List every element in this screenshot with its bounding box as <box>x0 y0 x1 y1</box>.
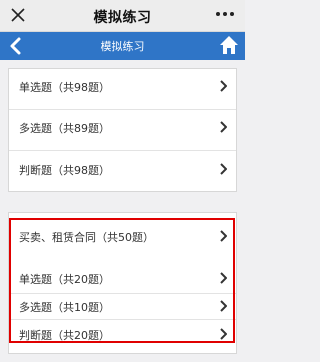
list-item-label: 单选题（共98题） <box>19 81 110 94</box>
chevron-right-icon <box>220 230 227 242</box>
nav-bar: 模拟练习 <box>0 32 245 60</box>
list-item-label: 多选题（共89题） <box>19 122 110 135</box>
list-item-multiple-choice[interactable]: 多选题（共89题） <box>9 110 236 146</box>
list-item-true-false[interactable]: 判断题（共20题） <box>9 317 236 353</box>
list-item-label: 单选题（共20题） <box>19 273 110 286</box>
question-group-sales-lease-contract: 买卖、租赁合同（共50题） 单选题（共20题） 多选题（共10题） 判断题（共2… <box>8 212 237 354</box>
more-icon[interactable] <box>215 11 235 17</box>
chevron-right-icon <box>220 80 227 92</box>
window-title: 模拟练习 <box>93 10 152 26</box>
chevron-right-icon <box>220 163 227 175</box>
question-group-general: 单选题（共98题） 多选题（共89题） 判断题（共98题） <box>8 68 237 192</box>
home-icon[interactable] <box>219 35 239 55</box>
list-item-single-choice[interactable]: 单选题（共98题） <box>9 69 236 105</box>
window-titlebar: 模拟练习 <box>0 0 245 32</box>
chevron-right-icon <box>220 328 227 340</box>
list-item-label: 判断题（共20题） <box>19 329 110 342</box>
chevron-right-icon <box>220 300 227 312</box>
list-item-label: 多选题（共10题） <box>19 301 110 314</box>
list-item-label: 判断题（共98题） <box>19 164 110 177</box>
chevron-right-icon <box>220 121 227 133</box>
nav-title: 模拟练习 <box>100 40 145 53</box>
list-item-true-false[interactable]: 判断题（共98题） <box>9 152 236 188</box>
group-header-sales-lease-contract[interactable]: 买卖、租赁合同（共50题） <box>9 219 236 255</box>
chevron-right-icon <box>220 272 227 284</box>
group-header-label: 买卖、租赁合同（共50题） <box>19 231 154 244</box>
divider <box>9 150 236 151</box>
